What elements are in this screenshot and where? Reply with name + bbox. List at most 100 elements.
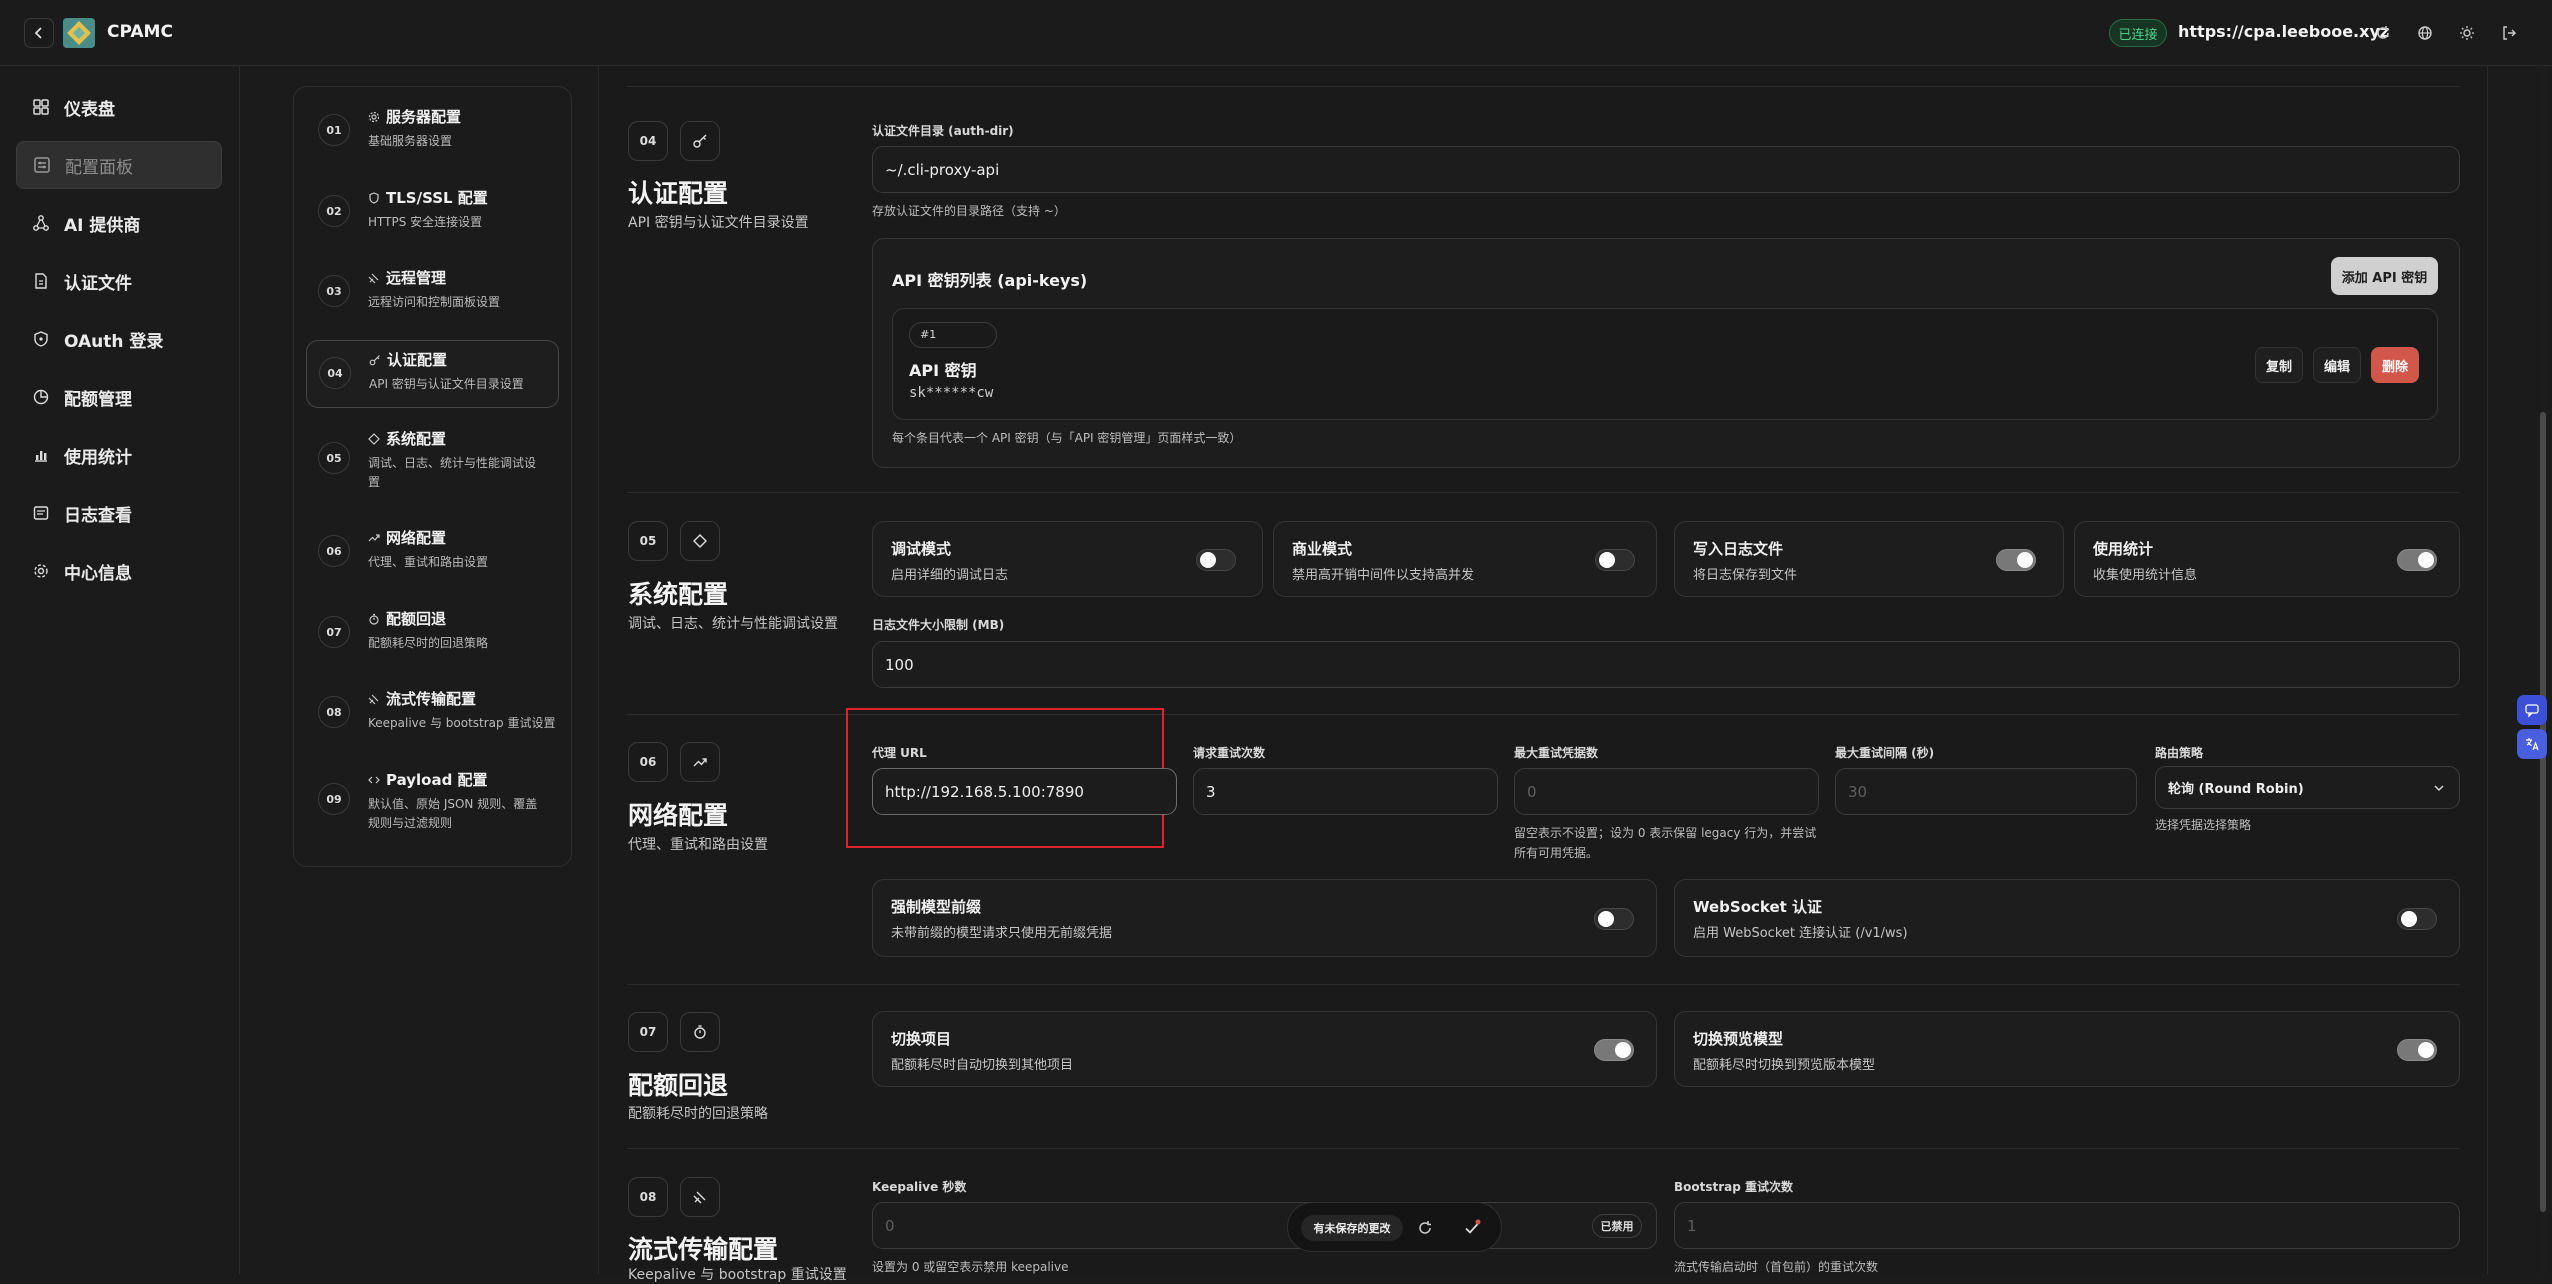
chevron-left-icon [34,27,42,39]
section-subtitle: 配额耗尽时的回退策略 [628,1106,768,1122]
sidebar-item-label: OAuth 登录 [64,331,164,352]
section-number: 04 [628,121,668,161]
refresh-icon [2377,26,2389,39]
toc-number: 03 [318,275,350,307]
bootstrap-input[interactable]: 1 [1674,1202,2460,1249]
toc-item-streaming[interactable]: 08 流式传输配置 Keepalive 与 bootstrap 重试设置 [306,680,559,748]
sidebar-item-quota[interactable]: 配额管理 [16,373,222,421]
sidebar-item-label: 配额管理 [64,389,132,410]
logout-icon [2503,26,2516,40]
trending-up-icon [693,758,707,767]
toggle-subtitle: 将日志保存到文件 [1693,568,1798,583]
switch-project-toggle[interactable] [1594,1039,1634,1061]
toc-title: 流式传输配置 [386,690,477,708]
code-icon [368,776,380,783]
toc-title: Payload 配置 [386,771,488,789]
retry-count-input[interactable]: 3 [1193,768,1498,815]
force-prefix-toggle[interactable] [1594,908,1634,930]
delete-key-button[interactable]: 删除 [2371,347,2419,383]
max-interval-input[interactable]: 30 [1835,768,2137,815]
logout-button[interactable] [2496,20,2522,46]
satellite-icon [368,273,379,283]
log-file-toggle[interactable] [1996,549,2036,571]
server-url: https://cpa.leebooe.xyz [2178,22,2390,41]
unsaved-changes-text: 有未保存的更改 [1301,1215,1403,1241]
section-icon [680,1012,720,1052]
log-icon [33,506,49,520]
routing-strategy-select[interactable]: 轮询 (Round Robin) [2155,766,2460,809]
sidebar-item-logs[interactable]: 日志查看 [16,489,222,537]
sidebar-item-auth-files[interactable]: 认证文件 [16,257,222,305]
check-icon [1465,1219,1481,1234]
toc-item-server[interactable]: 01 服务器配置 基础服务器设置 [306,98,559,166]
language-button[interactable] [2412,20,2438,46]
save-config-button[interactable] [1459,1215,1485,1241]
scrollbar-track[interactable] [2538,66,2548,1274]
divider [627,1148,2460,1149]
auth-dir-input[interactable]: ~/.cli-proxy-api [872,146,2460,193]
sidebar-item-label: 认证文件 [64,273,132,294]
toc-item-tls[interactable]: 02 TLS/SSL 配置 HTTPS 安全连接设置 [306,179,559,247]
copy-key-button[interactable]: 复制 [2255,347,2303,383]
chevron-down-icon [2434,785,2444,791]
toc-subtitle: Keepalive 与 bootstrap 重试设置 [368,716,556,730]
keepalive-input[interactable]: 0 [872,1202,1657,1249]
back-button[interactable] [24,18,54,48]
api-key-masked: sk******cw [909,385,994,401]
keepalive-label: Keepalive 秒数 [872,1180,967,1194]
sidebar-item-center-info[interactable]: 中心信息 [16,547,222,595]
toggle-subtitle: 配额耗尽时自动切换到其他项目 [891,1058,1074,1073]
max-credentials-input[interactable]: 0 [1514,768,1819,815]
switch-preview-model-toggle[interactable] [2397,1039,2437,1061]
proxy-url-input[interactable]: http://192.168.5.100:7890 [872,768,1177,815]
translate-widget-button[interactable] [2517,729,2547,759]
routing-strategy-value: 轮询 (Round Robin) [2168,782,2304,797]
pie-chart-icon [33,389,49,405]
toggle-card-log-file: 写入日志文件 将日志保存到文件 [1674,521,2064,597]
diamond-icon [368,432,380,445]
theme-toggle-button[interactable] [2454,20,2480,46]
sidebar: 仪表盘 配置面板 AI 提供商 认证文件 OAuth 登录 配额管理 使用统计 … [0,66,240,1274]
section-title: 系统配置 [628,580,729,609]
sidebar-item-usage-stats[interactable]: 使用统计 [16,431,222,479]
unsaved-changes-bar: 有未保存的更改 [1287,1202,1502,1252]
toc-item-remote[interactable]: 03 远程管理 远程访问和控制面板设置 [306,259,559,327]
satellite-icon [693,1191,706,1204]
sidebar-item-ai-providers[interactable]: AI 提供商 [16,199,222,247]
toc-item-system[interactable]: 05 系统配置 调试、日志、统计与性能调试设置 [306,420,559,489]
commercial-mode-toggle[interactable] [1595,549,1635,571]
toggle-title: 使用统计 [2093,540,2154,558]
auth-dir-help: 存放认证文件的目录路径（支持 ~） [872,204,1066,218]
toggle-title: 调试模式 [891,540,952,558]
scrollbar-thumb[interactable] [2540,412,2546,1212]
add-api-key-button[interactable]: 添加 API 密钥 [2331,257,2438,295]
toc-item-auth[interactable]: 04 认证配置 API 密钥与认证文件目录设置 [306,340,559,408]
usage-stats-toggle[interactable] [2397,549,2437,571]
toggle-card-debug: 调试模式 启用详细的调试日志 [872,521,1263,597]
auth-dir-label: 认证文件目录 (auth-dir) [872,124,1014,138]
toc-item-payload[interactable]: 09 Payload 配置 默认值、原始 JSON 规则、覆盖规则与过滤规则 [306,761,559,830]
log-size-input[interactable]: 100 [872,641,2460,688]
sidebar-item-dashboard[interactable]: 仪表盘 [16,83,222,131]
sidebar-item-oauth-login[interactable]: OAuth 登录 [16,315,222,363]
refresh-button[interactable] [2370,20,2396,46]
toc-item-quota[interactable]: 07 配额回退 配额耗尽时的回退策略 [306,600,559,668]
divider [627,492,2460,493]
section-title: 配额回退 [628,1071,729,1100]
translate-icon [2526,738,2539,751]
toc-subtitle: 基础服务器设置 [368,134,453,148]
gear-icon [34,564,48,578]
key-icon [369,354,380,365]
sidebar-item-config-panel[interactable]: 配置面板 [16,141,222,189]
section-number: 06 [628,742,668,782]
reload-config-button[interactable] [1412,1215,1438,1241]
debug-toggle[interactable] [1196,549,1236,571]
websocket-auth-toggle[interactable] [2397,908,2437,930]
edit-key-button[interactable]: 编辑 [2313,347,2361,383]
side-widget-button[interactable] [2517,695,2547,725]
toc-item-network[interactable]: 06 网络配置 代理、重试和路由设置 [306,519,559,587]
sidebar-item-label: AI 提供商 [64,215,141,236]
section-number: 08 [628,1177,668,1217]
timer-icon [694,1025,706,1039]
sliders-icon [34,157,50,173]
